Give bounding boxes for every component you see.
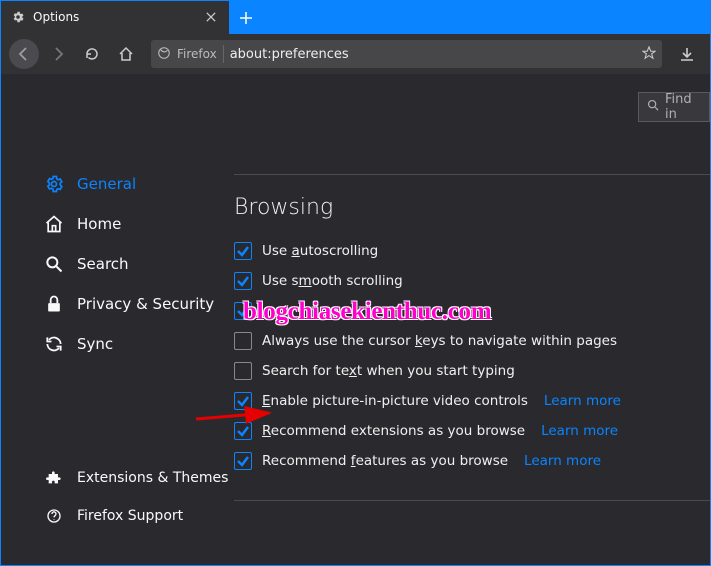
tab-title: Options [33, 10, 195, 24]
learn-more-link[interactable]: Learn more [524, 453, 601, 469]
reload-button[interactable] [77, 39, 107, 69]
sidebar-label: General [77, 175, 136, 193]
bookmark-star-icon[interactable] [642, 45, 656, 64]
home-button[interactable] [111, 39, 141, 69]
option-recommend-features[interactable]: Recommend features as you browse Learn m… [234, 446, 710, 476]
forward-button[interactable] [43, 39, 73, 69]
sidebar-label: Privacy & Security [77, 295, 214, 313]
new-tab-button[interactable] [229, 1, 262, 34]
option-label: Search for text when you start typing [262, 363, 515, 379]
tab-strip: Options [1, 1, 710, 34]
preferences-sidebar: General Home Search [1, 74, 234, 565]
option-obscured[interactable] [234, 296, 710, 326]
option-autoscroll[interactable]: Use autoscrolling [234, 236, 710, 266]
identity-box: Firefox [157, 46, 217, 63]
option-pip[interactable]: Enable picture-in-picture video controls… [234, 386, 710, 416]
close-icon[interactable] [203, 9, 219, 25]
checkbox[interactable] [234, 452, 252, 470]
sidebar-label: Home [77, 215, 121, 233]
learn-more-link[interactable]: Learn more [541, 423, 618, 439]
section-title: Browsing [234, 195, 710, 220]
gear-icon [11, 10, 25, 24]
lock-icon [43, 293, 65, 315]
option-search-typing[interactable]: Search for text when you start typing [234, 356, 710, 386]
option-label: Recommend features as you browse [262, 453, 508, 469]
option-label: Use autoscrolling [262, 243, 378, 259]
sidebar-label: Search [77, 255, 129, 273]
checkbox[interactable] [234, 422, 252, 440]
sidebar-item-home[interactable]: Home [1, 204, 234, 244]
sidebar-item-extensions[interactable]: Extensions & Themes [1, 459, 234, 497]
checkbox[interactable] [234, 392, 252, 410]
tab-options[interactable]: Options [1, 1, 229, 34]
home-icon [43, 213, 65, 235]
option-label: Use smooth scrolling [262, 273, 403, 289]
checkbox[interactable] [234, 272, 252, 290]
checkbox[interactable] [234, 242, 252, 260]
help-icon [43, 505, 65, 527]
checkbox[interactable] [234, 302, 252, 320]
section-divider [234, 500, 710, 501]
downloads-button[interactable] [672, 39, 702, 69]
sidebar-item-general[interactable]: General [1, 164, 234, 204]
option-label: Enable picture-in-picture video controls [262, 393, 528, 409]
sidebar-item-sync[interactable]: Sync [1, 324, 234, 364]
sidebar-label: Extensions & Themes [77, 470, 228, 486]
sidebar-item-search[interactable]: Search [1, 244, 234, 284]
checkbox[interactable] [234, 362, 252, 380]
nav-toolbar: Firefox about:preferences [1, 34, 710, 74]
checkbox[interactable] [234, 332, 252, 350]
sidebar-item-support[interactable]: Firefox Support [1, 497, 234, 535]
firefox-icon [157, 46, 171, 63]
section-divider [234, 174, 710, 175]
option-cursor-keys[interactable]: Always use the cursor keys to navigate w… [234, 326, 710, 356]
sidebar-label: Firefox Support [77, 508, 183, 524]
sidebar-label: Sync [77, 335, 113, 353]
option-label: Always use the cursor keys to navigate w… [262, 333, 617, 349]
puzzle-icon [43, 467, 65, 489]
identity-separator [223, 45, 224, 63]
sync-icon [43, 333, 65, 355]
preferences-main: Browsing Use autoscrolling Use smooth sc… [234, 74, 710, 565]
url-bar[interactable]: Firefox about:preferences [151, 40, 662, 68]
identity-label: Firefox [177, 47, 217, 61]
search-icon [43, 253, 65, 275]
learn-more-link[interactable]: Learn more [544, 393, 621, 409]
address-text: about:preferences [230, 47, 636, 62]
content-area: Find in General Home [1, 74, 710, 565]
back-button[interactable] [9, 39, 39, 69]
sidebar-item-privacy[interactable]: Privacy & Security [1, 284, 234, 324]
option-smooth-scroll[interactable]: Use smooth scrolling [234, 266, 710, 296]
browser-window: Options Firefox [0, 0, 711, 566]
gear-icon [43, 173, 65, 195]
option-label: Recommend extensions as you browse [262, 423, 525, 439]
option-recommend-extensions[interactable]: Recommend extensions as you browse Learn… [234, 416, 710, 446]
